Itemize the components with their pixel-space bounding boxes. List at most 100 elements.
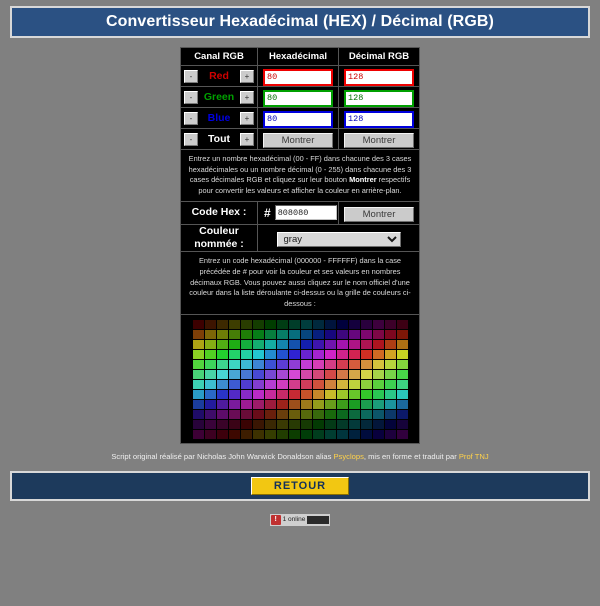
color-swatch[interactable]	[372, 429, 384, 439]
color-swatch[interactable]	[336, 389, 348, 399]
color-swatch[interactable]	[204, 379, 216, 389]
color-swatch[interactable]	[348, 359, 360, 369]
color-swatch[interactable]	[264, 339, 276, 349]
color-swatch[interactable]	[288, 339, 300, 349]
color-swatch[interactable]	[360, 409, 372, 419]
named-color-select[interactable]: grayblackwhiteredgreenbluesilvermaroonol…	[276, 232, 401, 248]
color-swatch[interactable]	[276, 399, 288, 409]
color-swatch[interactable]	[192, 409, 204, 419]
color-swatch[interactable]	[204, 419, 216, 429]
color-swatch[interactable]	[288, 369, 300, 379]
color-swatch[interactable]	[288, 379, 300, 389]
color-swatch[interactable]	[336, 399, 348, 409]
color-swatch[interactable]	[372, 349, 384, 359]
color-swatch[interactable]	[348, 349, 360, 359]
color-swatch-grid[interactable]	[185, 319, 415, 439]
color-swatch[interactable]	[300, 369, 312, 379]
color-swatch[interactable]	[276, 389, 288, 399]
color-swatch[interactable]	[396, 419, 408, 429]
color-swatch[interactable]	[288, 329, 300, 339]
color-swatch[interactable]	[228, 349, 240, 359]
color-swatch[interactable]	[360, 329, 372, 339]
color-swatch[interactable]	[396, 339, 408, 349]
show-button-hex[interactable]: Montrer	[263, 133, 333, 148]
color-swatch[interactable]	[228, 409, 240, 419]
color-swatch[interactable]	[348, 429, 360, 439]
color-swatch[interactable]	[360, 419, 372, 429]
color-swatch[interactable]	[252, 369, 264, 379]
color-swatch[interactable]	[384, 399, 396, 409]
color-swatch[interactable]	[240, 349, 252, 359]
color-swatch[interactable]	[276, 339, 288, 349]
color-swatch[interactable]	[372, 369, 384, 379]
color-swatch[interactable]	[228, 379, 240, 389]
color-swatch[interactable]	[240, 379, 252, 389]
color-swatch[interactable]	[276, 379, 288, 389]
color-swatch[interactable]	[240, 339, 252, 349]
credits-link-proftnj[interactable]: Prof TNJ	[459, 452, 489, 461]
show-button-hexcode[interactable]: Montrer	[344, 206, 414, 222]
color-swatch[interactable]	[336, 349, 348, 359]
color-swatch[interactable]	[204, 359, 216, 369]
color-swatch[interactable]	[288, 319, 300, 329]
color-swatch[interactable]	[360, 429, 372, 439]
decrement-button-green[interactable]: -	[184, 90, 198, 104]
color-swatch[interactable]	[312, 379, 324, 389]
color-swatch[interactable]	[348, 319, 360, 329]
color-swatch[interactable]	[204, 369, 216, 379]
color-swatch[interactable]	[396, 369, 408, 379]
color-swatch[interactable]	[372, 339, 384, 349]
color-swatch[interactable]	[384, 349, 396, 359]
color-swatch[interactable]	[288, 389, 300, 399]
color-swatch[interactable]	[252, 409, 264, 419]
color-swatch[interactable]	[312, 369, 324, 379]
color-swatch[interactable]	[384, 359, 396, 369]
color-swatch[interactable]	[264, 379, 276, 389]
color-swatch[interactable]	[360, 349, 372, 359]
color-swatch[interactable]	[264, 389, 276, 399]
color-swatch[interactable]	[228, 339, 240, 349]
color-swatch[interactable]	[216, 429, 228, 439]
color-swatch[interactable]	[336, 419, 348, 429]
color-swatch[interactable]	[192, 339, 204, 349]
color-swatch[interactable]	[372, 379, 384, 389]
color-swatch[interactable]	[240, 369, 252, 379]
color-swatch[interactable]	[252, 349, 264, 359]
color-swatch[interactable]	[252, 379, 264, 389]
color-swatch[interactable]	[228, 329, 240, 339]
color-swatch[interactable]	[276, 329, 288, 339]
color-swatch[interactable]	[300, 429, 312, 439]
color-swatch[interactable]	[240, 319, 252, 329]
increment-button-all[interactable]: +	[240, 132, 254, 146]
color-swatch[interactable]	[192, 369, 204, 379]
color-swatch[interactable]	[348, 369, 360, 379]
color-swatch[interactable]	[384, 389, 396, 399]
color-swatch[interactable]	[312, 429, 324, 439]
color-swatch[interactable]	[252, 399, 264, 409]
color-swatch[interactable]	[240, 429, 252, 439]
color-swatch[interactable]	[192, 419, 204, 429]
color-swatch[interactable]	[396, 409, 408, 419]
color-swatch[interactable]	[396, 429, 408, 439]
color-swatch[interactable]	[324, 379, 336, 389]
color-swatch[interactable]	[360, 369, 372, 379]
color-swatch[interactable]	[192, 399, 204, 409]
color-swatch[interactable]	[264, 399, 276, 409]
color-swatch[interactable]	[204, 329, 216, 339]
color-swatch[interactable]	[384, 319, 396, 329]
color-swatch[interactable]	[312, 359, 324, 369]
color-swatch[interactable]	[396, 389, 408, 399]
color-swatch[interactable]	[312, 409, 324, 419]
color-swatch[interactable]	[300, 349, 312, 359]
color-swatch[interactable]	[360, 319, 372, 329]
color-swatch[interactable]	[300, 359, 312, 369]
color-swatch[interactable]	[300, 399, 312, 409]
color-swatch[interactable]	[276, 369, 288, 379]
color-swatch[interactable]	[216, 419, 228, 429]
color-swatch[interactable]	[324, 409, 336, 419]
color-swatch[interactable]	[372, 359, 384, 369]
color-swatch[interactable]	[348, 339, 360, 349]
color-swatch[interactable]	[324, 429, 336, 439]
color-swatch[interactable]	[300, 319, 312, 329]
dec-input-blue[interactable]	[344, 110, 414, 128]
